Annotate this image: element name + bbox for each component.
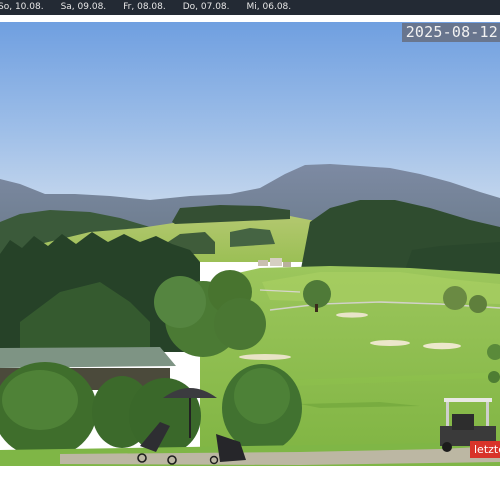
- bunker: [370, 340, 410, 346]
- latest-image-button[interactable]: letzte: [470, 441, 500, 458]
- day-link-friday[interactable]: Fr, 08.08.: [123, 0, 166, 15]
- fairway-tree: [303, 280, 331, 308]
- bunker: [423, 342, 461, 350]
- bunker: [336, 312, 368, 318]
- webcam-image[interactable]: [0, 22, 500, 466]
- bunker: [239, 354, 291, 360]
- bottom-blank-area: [0, 466, 500, 500]
- day-link-saturday[interactable]: Sa, 09.08.: [61, 0, 107, 15]
- timestamp-overlay: 2025-08-12: [401, 23, 500, 42]
- webcam-viewer: So, 10.08. Sa, 09.08. Fr, 08.08. Do, 07.…: [0, 0, 500, 500]
- day-link-wednesday[interactable]: Mi, 06.08.: [247, 0, 292, 15]
- day-link-thursday[interactable]: Do, 07.08.: [183, 0, 230, 15]
- day-link-sunday[interactable]: So, 10.08.: [0, 0, 44, 15]
- day-navigation: So, 10.08. Sa, 09.08. Fr, 08.08. Do, 07.…: [0, 0, 500, 15]
- clubhouse-roof: [0, 347, 176, 368]
